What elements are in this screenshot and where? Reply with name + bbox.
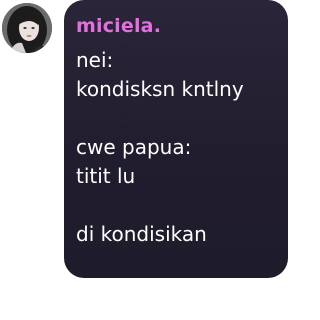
message-line: titit lu <box>76 164 136 188</box>
message-bubble: miciela. nei: kondisksn kntlny cwe papua… <box>64 0 288 278</box>
message-line: di kondisikan <box>76 222 207 246</box>
avatar[interactable] <box>2 3 52 53</box>
message-line: nei: <box>76 48 114 72</box>
message-line: cwe papua: <box>76 135 192 159</box>
avatar-photo <box>2 3 52 53</box>
message-line <box>76 191 288 220</box>
message-line <box>76 104 288 133</box>
username[interactable]: miciela. <box>76 14 288 38</box>
message-line: kondisksn kntlny <box>76 77 244 101</box>
message-text: nei: kondisksn kntlny cwe papua: titit l… <box>76 46 288 249</box>
